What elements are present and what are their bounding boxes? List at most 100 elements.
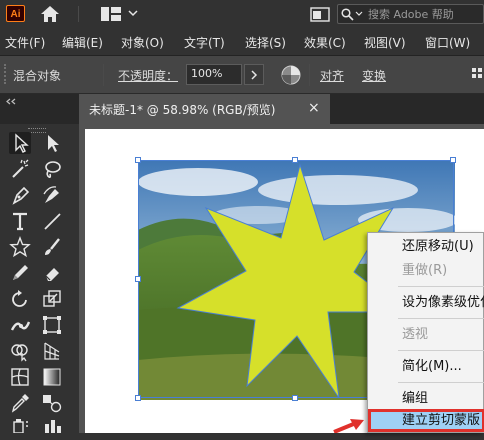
menu-view[interactable]: 视图(V) — [364, 34, 406, 51]
workspace-layout-icon[interactable] — [101, 7, 123, 21]
menu-item-redo[interactable]: 重做(R) — [368, 259, 484, 283]
pen-tool-icon — [12, 186, 30, 205]
menu-item-make-clipping-mask[interactable]: 建立剪切蒙版 — [368, 409, 484, 432]
opacity-label[interactable]: 不透明度： — [118, 67, 178, 84]
opacity-dropdown-button[interactable] — [244, 64, 264, 85]
shape-builder-tool-button[interactable] — [9, 340, 31, 362]
gradient-tool-button[interactable] — [41, 366, 63, 388]
curvature-tool-icon — [43, 186, 59, 203]
search-field[interactable]: 搜索 Adobe 帮助 — [337, 4, 484, 24]
menu-separator — [398, 286, 484, 287]
collapse-panel-icon[interactable] — [5, 98, 17, 105]
free-transform-tool-button[interactable] — [41, 314, 63, 336]
symbol-sprayer-tool-icon — [13, 419, 28, 434]
menu-item-undo-move[interactable]: 还原移动(U) — [368, 235, 484, 259]
menu-select[interactable]: 选择(S) — [245, 34, 286, 51]
menu-effect[interactable]: 效果(C) — [304, 34, 346, 51]
recolor-artwork-icon[interactable] — [280, 64, 302, 86]
rotate-tool-icon — [12, 290, 27, 307]
column-graph-tool-icon — [45, 420, 61, 433]
width-tool-icon — [10, 321, 31, 331]
selection-handle[interactable] — [292, 395, 298, 401]
menu-separator — [398, 382, 484, 383]
curvature-tool-button[interactable] — [41, 184, 63, 206]
pen-tool-button[interactable] — [9, 184, 31, 206]
line-tool-button[interactable] — [41, 210, 63, 232]
selection-handle[interactable] — [292, 157, 298, 163]
shape-builder-tool-icon — [11, 344, 28, 362]
transform-link[interactable]: 变换 — [362, 67, 386, 84]
search-icon — [341, 8, 354, 21]
selection-handle[interactable] — [135, 395, 141, 401]
star-tool-button[interactable] — [9, 236, 31, 258]
chevron-down-icon — [355, 11, 363, 16]
mesh-tool-button[interactable] — [9, 366, 31, 388]
free-transform-tool-icon — [43, 316, 61, 334]
star-tool-icon — [9, 236, 31, 258]
menu-separator — [398, 350, 484, 351]
menu-item-group[interactable]: 编组 — [368, 387, 484, 411]
perspective-grid-tool-button[interactable] — [41, 340, 63, 362]
object-type-label: 混合对象 — [13, 69, 62, 83]
separator — [78, 6, 79, 22]
pencil-tool-button[interactable] — [9, 262, 31, 284]
direct-selection-tool-icon — [48, 135, 59, 152]
lasso-tool-button[interactable] — [41, 158, 63, 180]
tools-panel — [0, 124, 76, 434]
opacity-input[interactable]: 100% — [186, 64, 242, 85]
eyedropper-tool-icon — [11, 394, 29, 413]
menu-separator — [398, 318, 484, 319]
separator — [103, 64, 104, 86]
menu-window[interactable]: 窗口(W) — [425, 34, 470, 51]
document-tab[interactable]: 未标题-1* @ 58.98% (RGB/预览) × — [79, 94, 330, 124]
magic-wand-tool-button[interactable] — [9, 158, 31, 180]
close-tab-button[interactable]: × — [308, 100, 320, 116]
selection-handle[interactable] — [135, 157, 141, 163]
menu-item-perspective[interactable]: 透视 — [368, 323, 484, 347]
menu-edit[interactable]: 编辑(E) — [62, 34, 103, 51]
symbol-sprayer-tool-button[interactable] — [9, 418, 31, 440]
rotate-tool-button[interactable] — [9, 288, 31, 310]
scale-tool-icon — [43, 290, 61, 307]
blend-tool-icon — [43, 395, 62, 413]
opacity-value: 100% — [191, 67, 223, 80]
chevron-right-icon — [251, 70, 258, 80]
direct-selection-tool-button[interactable] — [41, 132, 63, 154]
paintbrush-tool-icon — [45, 238, 60, 255]
panel-menu-icon[interactable] — [472, 68, 484, 80]
selection-handle[interactable] — [135, 276, 141, 282]
gradient-tool-icon — [43, 368, 61, 386]
lasso-tool-icon — [45, 161, 61, 178]
eyedropper-tool-button[interactable] — [9, 392, 31, 414]
eraser-tool-button[interactable] — [41, 262, 63, 284]
column-graph-tool-button[interactable] — [41, 418, 63, 440]
panel-grip[interactable] — [4, 64, 8, 84]
scale-tool-button[interactable] — [41, 288, 63, 310]
selection-handle[interactable] — [450, 157, 456, 163]
pencil-tool-icon — [13, 265, 28, 280]
selection-tool-button[interactable] — [9, 132, 31, 154]
menu-object[interactable]: 对象(O) — [121, 34, 164, 51]
paintbrush-tool-button[interactable] — [41, 236, 63, 258]
home-icon[interactable] — [40, 5, 60, 23]
align-link[interactable]: 对齐 — [320, 67, 344, 84]
arrange-documents-icon[interactable] — [310, 7, 330, 22]
type-tool-icon — [13, 212, 27, 231]
menu-item-pixel-optimize[interactable]: 设为像素级优化 — [368, 291, 484, 315]
search-placeholder: 搜索 Adobe 帮助 — [368, 8, 454, 21]
mesh-tool-icon — [11, 368, 29, 386]
magic-wand-tool-icon — [12, 159, 29, 178]
width-tool-button[interactable] — [9, 314, 31, 336]
red-arrow-annotation — [333, 419, 364, 433]
type-tool-button[interactable] — [9, 210, 31, 232]
menu-type[interactable]: 文字(T) — [184, 34, 225, 51]
menu-file[interactable]: 文件(F) — [5, 34, 45, 51]
perspective-grid-tool-icon — [44, 342, 60, 360]
blend-tool-button[interactable] — [41, 392, 63, 414]
illustrator-logo: Ai — [6, 5, 25, 22]
chevron-down-icon[interactable] — [128, 9, 138, 17]
menu-bar: 文件(F) 编辑(E) 对象(O) 文字(T) 选择(S) 效果(C) 视图(V… — [0, 28, 484, 56]
menu-item-simplify[interactable]: 简化(M)... — [368, 355, 484, 379]
selection-tool-icon — [15, 133, 29, 153]
control-bar: 混合对象 不透明度： 100% 对齐 变换 — [0, 56, 484, 94]
